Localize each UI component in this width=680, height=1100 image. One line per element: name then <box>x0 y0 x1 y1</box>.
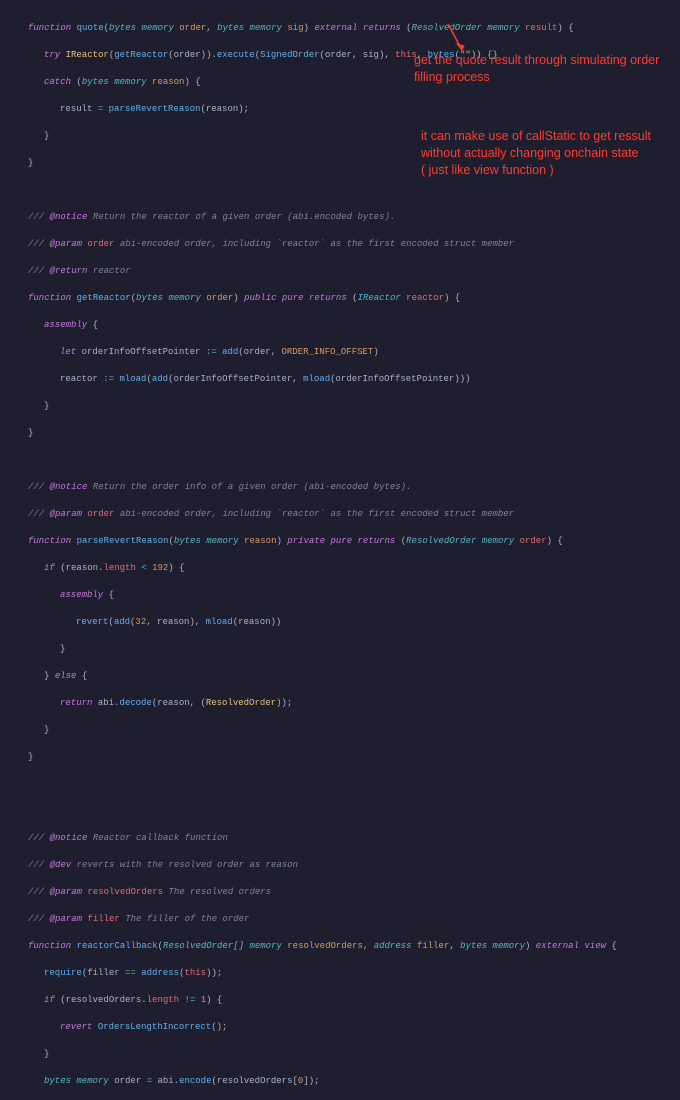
annotation-text-2: it can make use of callStatic to get res… <box>421 128 666 179</box>
annotation-text-1: get the quote result through simulating … <box>414 52 664 86</box>
